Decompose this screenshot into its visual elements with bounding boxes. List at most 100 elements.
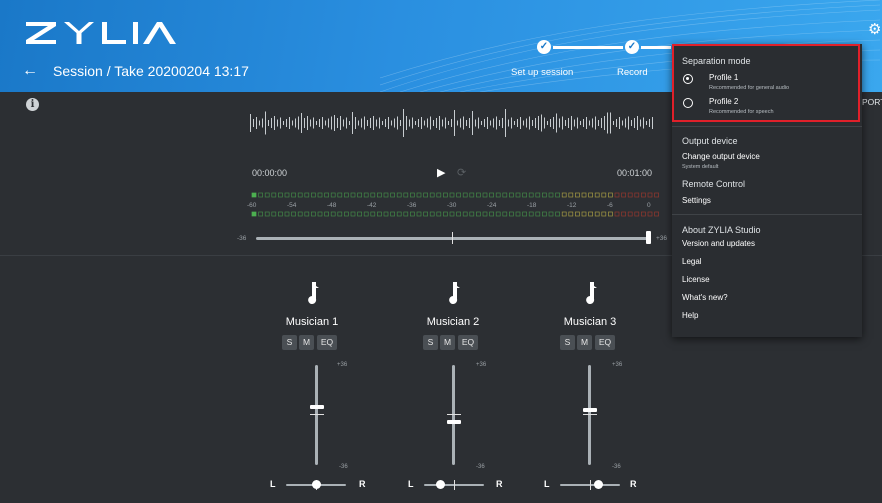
solo-button[interactable]: S [423,335,438,350]
channel-buttons: S M EQ [556,335,636,351]
waveform-bar [424,120,425,126]
meter-segment [443,211,448,217]
waveform-bar [400,120,401,126]
pan-left-label: L [270,479,276,489]
version-updates-item[interactable]: Version and updates [682,239,755,248]
solo-button[interactable]: S [282,335,297,350]
meter-segment [416,192,422,198]
waveform-bar [580,121,581,125]
gear-icon[interactable]: ⚙ [868,20,881,38]
step-done-icon: ✓ [625,40,639,54]
waveform-bar [352,112,353,134]
waveform-bar [505,109,506,137]
waveform-bar [367,120,368,126]
fader-thumb[interactable] [583,408,597,412]
meter-segment [330,192,336,198]
waveform-bar [295,118,296,128]
fader-zero-mark [447,414,461,415]
waveform-bar [358,120,359,126]
info-icon[interactable]: i [26,98,39,111]
solo-button[interactable]: S [560,335,575,350]
meter-segment [614,192,620,198]
meter-segment [390,192,395,198]
meter-segment [462,211,468,217]
waveform-bar [301,113,302,133]
meter-segment [555,211,560,217]
meter-segment [377,211,382,217]
meter-scale-label: -24 [487,202,497,209]
whats-new-item[interactable]: What's new? [682,293,728,302]
waveform-bar [283,121,284,125]
eq-button[interactable]: EQ [317,335,337,350]
eq-button[interactable]: EQ [458,335,478,350]
meter-segment [641,211,646,217]
waveform-bar [544,117,545,129]
meter-segment [627,211,633,217]
menu-separator [672,214,862,215]
waveform-bar [535,118,536,128]
settings-item[interactable]: Settings [682,196,711,205]
waveform-bar [346,117,347,129]
eq-button[interactable]: EQ [595,335,615,350]
play-icon[interactable]: ▶ [437,166,445,179]
pan-thumb[interactable] [594,480,603,489]
fader-track[interactable] [588,365,591,465]
change-output-device-item[interactable]: Change output device [682,152,760,161]
loop-icon[interactable]: ⟳ [457,166,466,179]
pan-thumb[interactable] [312,480,321,489]
meter-segment [324,211,329,217]
meter-scale-label: -48 [327,202,337,209]
waveform-bar [373,116,374,130]
meter-segment [423,192,428,198]
master-slider-center [452,232,453,244]
meter-scale-label: -60 [247,202,257,209]
legal-item[interactable]: Legal [682,257,702,266]
waveform-bar [598,120,599,126]
mute-button[interactable]: M [299,335,314,350]
mute-button[interactable]: M [577,335,592,350]
meter-segment [641,192,646,198]
remote-control-item[interactable]: Remote Control [682,179,745,189]
step-record-label[interactable]: Record [617,67,648,78]
fader-track[interactable] [452,365,455,465]
time-start: 00:00:00 [252,168,288,178]
pan-thumb[interactable] [436,480,445,489]
meter-segment [654,211,659,217]
help-item[interactable]: Help [682,311,698,320]
waveform-bar [385,119,386,127]
waveform-bar [391,120,392,126]
license-item[interactable]: License [682,275,710,284]
step-connector [641,46,671,49]
meter-segment [304,211,310,217]
back-arrow-icon[interactable]: ← [22,62,38,80]
meter-segment [456,211,461,217]
meter-scale-label: -54 [287,202,297,209]
waveform-bar [472,111,473,135]
music-note-icon [449,282,460,304]
waveform-bar [529,116,530,130]
meter-segment [555,192,560,198]
waveform-bar [268,120,269,126]
meter-segment [614,211,620,217]
master-slider-thumb[interactable] [646,231,651,244]
fader-thumb[interactable] [310,405,324,409]
waveform-bar [340,116,341,130]
fader-track[interactable] [315,365,318,465]
export-button[interactable]: PORT [862,97,882,107]
waveform-bar [601,118,602,128]
waveform-bar [460,118,461,128]
waveform-bar [250,114,251,132]
waveform-bar [376,119,377,127]
meter-segment [502,192,508,198]
meter-segment [297,211,303,217]
fader-thumb[interactable] [447,420,461,424]
step-setup-label[interactable]: Set up session [511,67,573,78]
mute-button[interactable]: M [440,335,455,350]
meter-segment [568,211,574,217]
waveform-bar [640,119,641,127]
meter-segment [350,192,356,198]
waveform-bar [634,118,635,128]
fader-min-label: -36 [612,464,621,470]
waveform[interactable] [250,108,655,138]
waveform-bar [619,117,620,129]
